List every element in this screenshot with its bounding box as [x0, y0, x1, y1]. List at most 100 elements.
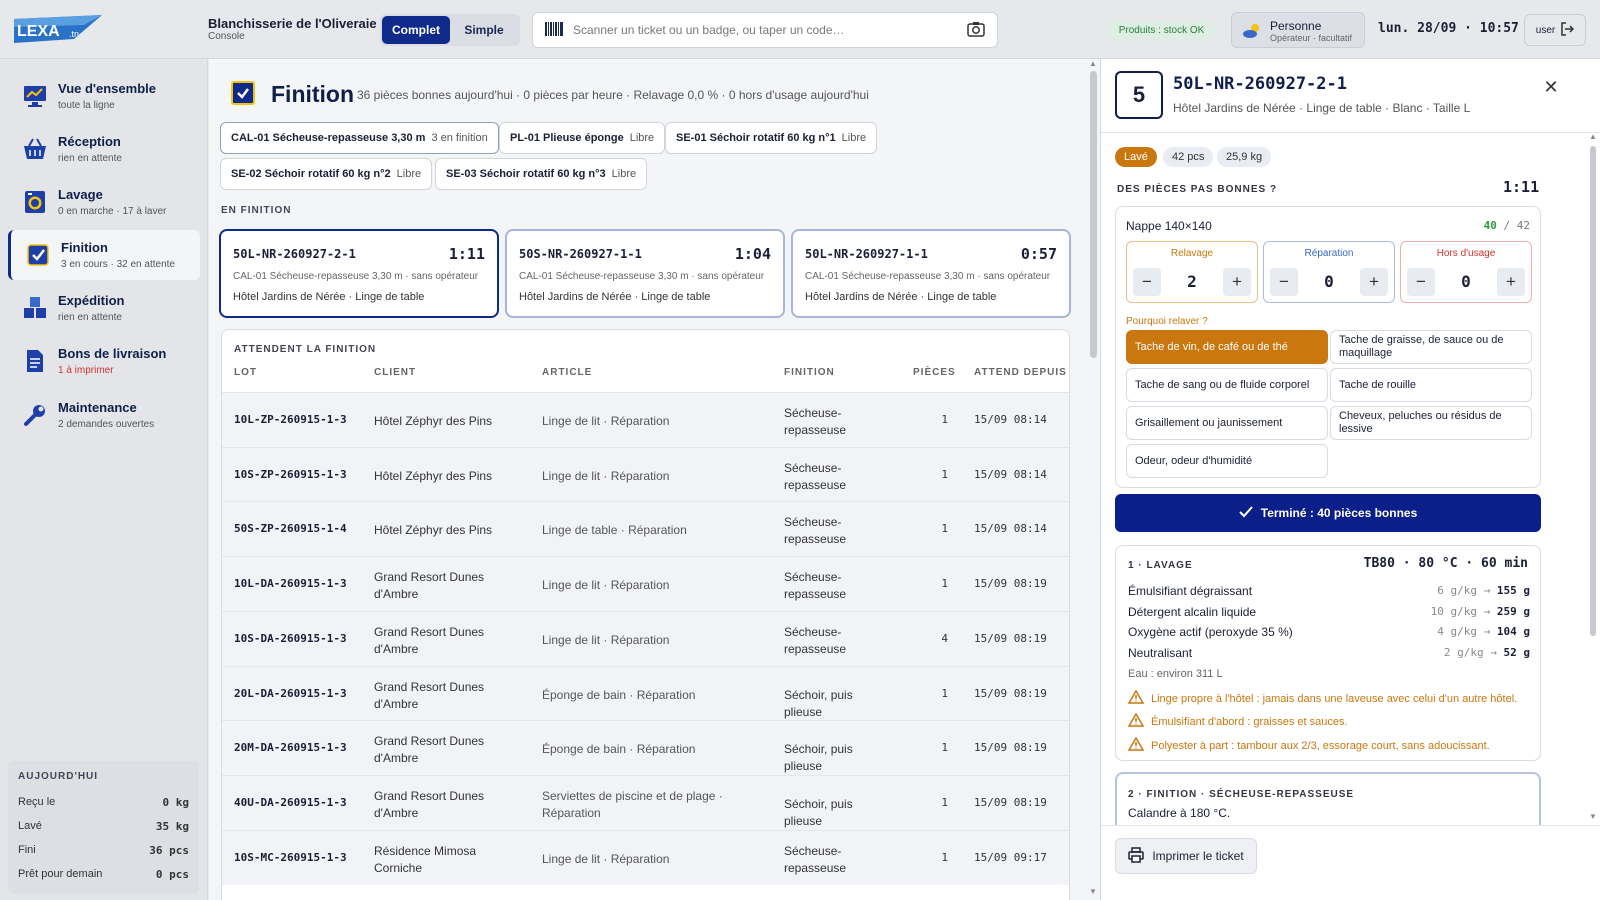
sidebar-item-expedition[interactable]: Expédition rien en attente — [8, 283, 200, 333]
row-client: Grand Resort Dunes d'Ambre — [374, 788, 485, 820]
machine-chip[interactable]: CAL-01 Sécheuse-repasseuse 3,30 m 3 en fi… — [220, 122, 499, 154]
warning-text: Émulsifiant d'abord : graisses et sauces… — [1151, 715, 1348, 728]
print-ticket-button[interactable]: Imprimer le ticket — [1115, 838, 1257, 874]
card-client: Hôtel Jardins de Nérée · Linge de table — [233, 291, 425, 303]
close-icon[interactable]: ✕ — [1541, 77, 1561, 97]
row-article: Linge de lit · Réparation — [542, 578, 670, 593]
monitor-chart-icon — [22, 83, 48, 109]
row-since: 15/09 08:14 — [974, 522, 1047, 536]
in-progress-card[interactable]: 50S-NR-260927-1-1 1:04 CAL-01 Sécheuse-r… — [505, 229, 785, 318]
mode-complet-button[interactable]: Complet — [382, 16, 450, 44]
row-article: Linge de lit · Réparation — [542, 632, 670, 647]
table-row[interactable]: 10L-DA-260915-1-3 Grand Resort Dunes d'Am… — [222, 556, 1069, 612]
table-row[interactable]: 10S-MC-260915-1-3 Résidence Mimosa Cornic… — [222, 829, 1069, 885]
sidebar-item-sub: rien en attente — [58, 312, 122, 323]
in-progress-card[interactable]: 50L-NR-260927-1-1 0:57 CAL-01 Sécheuse-r… — [791, 229, 1071, 318]
scroll-up-icon[interactable]: ▲ — [1589, 132, 1597, 141]
reason-option[interactable]: Grisaillement ou jaunissement — [1126, 406, 1328, 440]
row-lot: 10L-ZP-260915-1-3 — [234, 413, 347, 426]
row-finition: Sécheuse-repasseuse — [784, 515, 847, 547]
reason-option[interactable]: Tache de rouille — [1330, 368, 1532, 402]
chemical-row: Détergent alcalin liquide 10 g/kg → 259 g — [1128, 605, 1530, 625]
increment-button[interactable]: + — [1360, 268, 1388, 296]
machine-chip[interactable]: SE-01 Séchoir rotatif 60 kg n°1 Libre — [665, 122, 878, 154]
table-row[interactable]: 50S-ZP-260915-1-4 Hôtel Zéphyr des Pins Li… — [222, 501, 1069, 557]
sidebar-item-label: Réception — [58, 134, 121, 149]
machine-chip[interactable]: PL-01 Plieuse éponge Libre — [499, 122, 666, 154]
row-lot: 10S-DA-260915-1-3 — [234, 631, 347, 645]
sidebar-item-reception[interactable]: Réception rien en attente — [8, 124, 200, 174]
print-label: Imprimer le ticket — [1152, 849, 1244, 863]
waiting-table-panel: ATTENDENT LA FINITION LOT CLIENT ARTICLE… — [221, 329, 1070, 900]
mode-simple-button[interactable]: Simple — [450, 16, 518, 44]
sidebar-item-finition[interactable]: Finition 3 en cours · 32 en attente — [8, 230, 200, 280]
increment-button[interactable]: + — [1223, 268, 1251, 296]
row-finition: Séchoir, puis plieuse — [784, 796, 853, 828]
reason-option[interactable]: Cheveux, peluches ou résidus de lessive — [1330, 406, 1532, 440]
card-lot: 50L-NR-260927-2-1 — [233, 247, 356, 261]
lexa-logo[interactable]: LEXA .tn — [14, 15, 102, 43]
sidebar-item-lavage[interactable]: Lavage 0 en marche · 17 à laver — [8, 177, 200, 227]
table-row[interactable]: 40U-DA-260915-1-3 Grand Resort Dunes d'Am… — [222, 774, 1069, 830]
card-machine: CAL-01 Sécheuse-repasseuse 3,30 m · sans… — [519, 271, 765, 282]
sidebar-item-label: Expédition — [58, 293, 125, 308]
column-header-client[interactable]: CLIENT — [374, 367, 416, 378]
increment-button[interactable]: + — [1497, 268, 1525, 296]
column-header-since[interactable]: ATTEND DEPUIS — [974, 367, 1067, 378]
scrollbar-thumb[interactable] — [1590, 146, 1596, 636]
chemical-rate: 4 g/kg → — [1437, 625, 1491, 638]
today-value: 35 kg — [155, 819, 189, 833]
column-header-lot[interactable]: LOT — [234, 367, 257, 378]
chemical-name: Neutralisant — [1128, 646, 1193, 660]
table-row[interactable]: 20M-DA-260915-1-3 Grand Resort Dunes d'Am… — [222, 720, 1069, 776]
row-finition: Sécheuse-repasseuse — [784, 624, 847, 656]
camera-icon[interactable] — [967, 21, 985, 40]
scroll-down-icon[interactable]: ▼ — [1589, 812, 1597, 821]
column-header-finition[interactable]: FINITION — [784, 367, 835, 378]
main-scrollbar[interactable]: ▲ ▼ — [1087, 59, 1100, 900]
reason-option[interactable]: Tache de sang ou de fluide corporel — [1126, 368, 1328, 402]
in-progress-card[interactable]: 50L-NR-260927-2-1 1:11 CAL-01 Sécheuse-r… — [219, 229, 499, 318]
table-row[interactable]: 10L-ZP-260915-1-3 Hôtel Zéphyr des Pins Li… — [222, 392, 1069, 447]
mode-toggle: Complet Simple — [380, 14, 520, 46]
detail-scrollbar[interactable]: ▲ ▼ — [1587, 132, 1599, 824]
stepper-hors-usage: Hors d'usage − 0 + — [1400, 241, 1532, 303]
table-row[interactable]: 20L-DA-260915-1-3 Grand Resort Dunes d'Am… — [222, 665, 1069, 721]
card-lot: 50S-NR-260927-1-1 — [519, 247, 642, 261]
row-client: Résidence Mimosa Corniche — [374, 843, 477, 875]
stepper-label: Hors d'usage — [1436, 248, 1496, 259]
sidebar-item-maintenance[interactable]: Maintenance 2 demandes ouvertes — [8, 390, 200, 440]
machine-chip[interactable]: SE-03 Séchoir rotatif 60 kg n°3 Libre — [435, 158, 648, 190]
row-lot: 20L-DA-260915-1-3 — [234, 686, 347, 700]
column-header-pieces[interactable]: PIÈCES — [913, 367, 956, 378]
person-selector[interactable]: Personne Opérateur · facultatif — [1231, 12, 1365, 48]
user-logout-button[interactable]: user — [1524, 14, 1586, 46]
waiting-title: ATTENDENT LA FINITION — [234, 344, 377, 355]
column-header-article[interactable]: ARTICLE — [542, 367, 592, 378]
machine-status: 3 en finition — [431, 132, 488, 144]
chemical-amount: 259 g — [1496, 605, 1530, 618]
sidebar-item-overview[interactable]: Vue d'ensemble toute la ligne — [8, 71, 200, 121]
row-since: 15/09 08:19 — [974, 577, 1047, 591]
scrollbar-thumb[interactable] — [1090, 71, 1097, 358]
card-timer: 1:11 — [448, 245, 485, 263]
scroll-down-icon[interactable]: ▼ — [1089, 887, 1097, 896]
chemical-row: Émulsifiant dégraissant 6 g/kg → 155 g — [1128, 584, 1530, 604]
reason-option[interactable]: Odeur, odeur d'humidité — [1126, 444, 1328, 478]
in-progress-label: EN FINITION — [221, 205, 292, 216]
machine-chip[interactable]: SE-02 Séchoir rotatif 60 kg n°2 Libre — [220, 158, 433, 190]
scan-input[interactable] — [573, 23, 967, 37]
reason-option[interactable]: Tache de vin, de café ou de thé — [1126, 330, 1328, 364]
row-since: 15/09 08:14 — [974, 467, 1047, 481]
detail-timer: 1:11 — [1503, 178, 1540, 196]
table-row[interactable]: 10S-ZP-260915-1-3 Hôtel Zéphyr des Pins Li… — [222, 446, 1069, 502]
reason-option[interactable]: Tache de graisse, de sauce ou de maquill… — [1330, 330, 1532, 364]
row-pieces: 1 — [941, 467, 948, 481]
today-title: AUJOURD'HUI — [18, 771, 99, 782]
scroll-up-icon[interactable]: ▲ — [1089, 59, 1097, 68]
document-icon — [22, 348, 48, 374]
sidebar-item-bons-livraison[interactable]: Bons de livraison 1 à imprimer — [8, 336, 200, 386]
row-lot: 50S-ZP-260915-1-4 — [234, 522, 347, 536]
table-row[interactable]: 10S-DA-260915-1-3 Grand Resort Dunes d'Am… — [222, 610, 1069, 666]
complete-button[interactable]: Terminé : 40 pièces bonnes — [1115, 494, 1541, 532]
